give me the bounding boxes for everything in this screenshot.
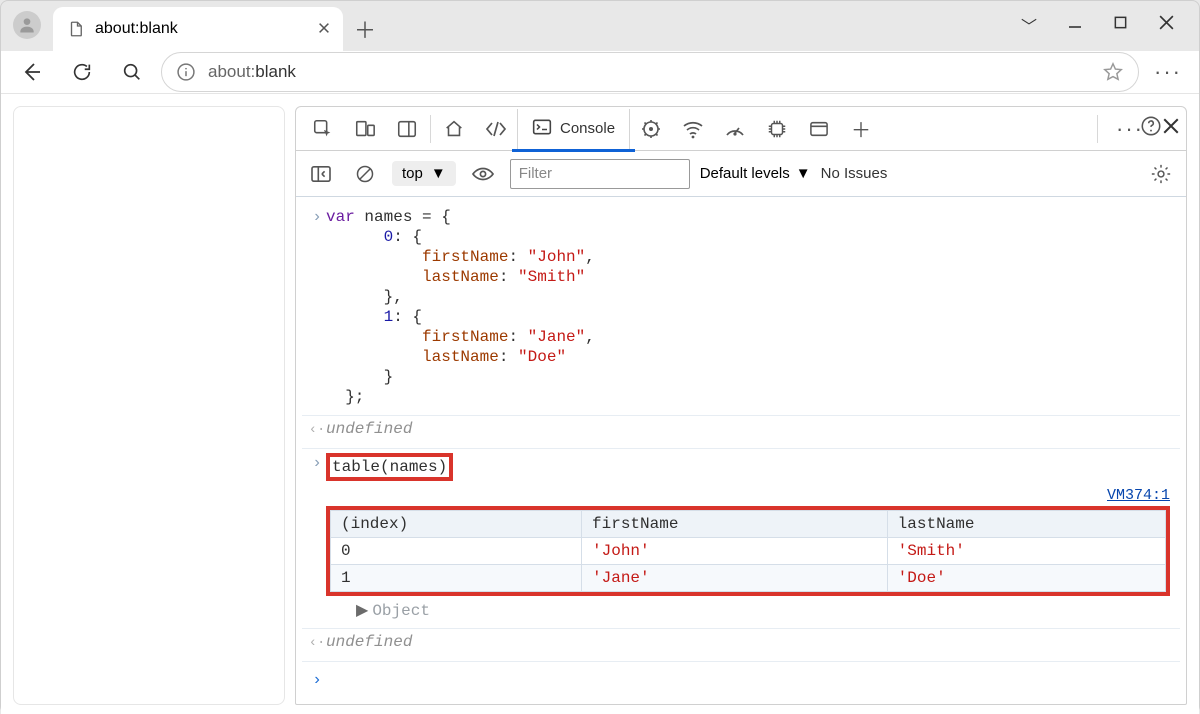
console-return-line: ‹· undefined xyxy=(302,631,1180,655)
clear-console-button[interactable] xyxy=(348,157,382,191)
close-window-button[interactable] xyxy=(1158,14,1175,36)
issues-link[interactable]: No Issues xyxy=(821,165,888,182)
profile-avatar[interactable] xyxy=(1,1,53,49)
page-viewport xyxy=(13,106,285,705)
table-header[interactable]: (index) xyxy=(331,511,582,538)
prompt-icon: › xyxy=(308,670,326,690)
close-tab-icon[interactable] xyxy=(317,21,333,37)
return-icon: ‹· xyxy=(308,420,326,440)
console-input-line: › var names = { 0: { firstName: "John", … xyxy=(302,205,1180,409)
table-header[interactable]: firstName xyxy=(582,511,888,538)
reload-button[interactable] xyxy=(61,51,103,93)
prompt-icon: › xyxy=(308,207,326,227)
context-selector[interactable]: top ▼ xyxy=(392,161,456,186)
welcome-tab-icon[interactable] xyxy=(433,110,475,148)
chevron-down-icon[interactable]: ﹀ xyxy=(1021,13,1037,37)
plus-icon: ＋ xyxy=(354,13,376,45)
filter-placeholder: Filter xyxy=(519,165,552,182)
site-info-icon[interactable] xyxy=(176,62,196,82)
minimize-button[interactable] xyxy=(1067,15,1083,36)
console-tab-label: Console xyxy=(560,120,615,137)
filter-input[interactable]: Filter xyxy=(510,159,690,189)
console-sidebar-toggle[interactable] xyxy=(304,157,338,191)
return-icon: ‹· xyxy=(308,633,326,653)
caret-down-icon: ▼ xyxy=(431,165,446,182)
favorite-icon[interactable] xyxy=(1102,61,1124,83)
levels-label: Default levels xyxy=(700,165,790,182)
url-text: about:blank xyxy=(208,62,1090,82)
console-icon xyxy=(532,118,552,140)
context-label: top xyxy=(402,165,423,182)
table-header[interactable]: lastName xyxy=(887,511,1165,538)
network-tab-icon[interactable] xyxy=(672,110,714,148)
triangle-right-icon: ▶ xyxy=(356,602,368,620)
memory-tab-icon[interactable] xyxy=(756,110,798,148)
new-tab-button[interactable]: ＋ xyxy=(343,7,387,51)
log-levels-selector[interactable]: Default levels ▼ xyxy=(700,165,811,182)
console-input-line: › table(names) xyxy=(302,451,1180,483)
page-icon xyxy=(67,20,85,38)
console-return-line: ‹· undefined xyxy=(302,418,1180,442)
console-table: (index) firstName lastName 0 'John' 'Smi… xyxy=(330,510,1166,592)
elements-tab-icon[interactable] xyxy=(475,110,517,148)
application-tab-icon[interactable] xyxy=(798,110,840,148)
browser-tab[interactable]: about:blank xyxy=(53,7,343,51)
console-toolbar: top ▼ Filter Default levels ▼ No Issues xyxy=(296,151,1186,197)
console-prompt[interactable]: › xyxy=(302,664,1180,696)
devtools-pane: Console ＋ ··· xyxy=(295,106,1187,705)
search-button[interactable] xyxy=(111,51,153,93)
live-expression-button[interactable] xyxy=(466,157,500,191)
caret-down-icon: ▼ xyxy=(796,165,811,182)
device-toolbar-button[interactable] xyxy=(344,110,386,148)
dock-side-button[interactable] xyxy=(386,110,428,148)
inspect-element-button[interactable] xyxy=(302,110,344,148)
table-row: 0 'John' 'Smith' xyxy=(331,538,1166,565)
prompt-icon: › xyxy=(308,453,326,473)
console-command: table(names) xyxy=(332,458,447,476)
sources-tab-icon[interactable] xyxy=(630,110,672,148)
performance-tab-icon[interactable] xyxy=(714,110,756,148)
browser-toolbar: about:blank ··· xyxy=(1,51,1199,94)
devtools-help-button[interactable] xyxy=(1140,115,1162,142)
table-row: 1 'Jane' 'Doe' xyxy=(331,565,1166,592)
devtools-close-button[interactable] xyxy=(1162,117,1180,140)
tab-title: about:blank xyxy=(95,20,178,38)
source-link[interactable]: VM374:1 xyxy=(326,487,1170,506)
browser-menu-button[interactable]: ··· xyxy=(1147,51,1189,93)
console-output: › var names = { 0: { firstName: "John", … xyxy=(296,197,1186,704)
more-tabs-button[interactable]: ＋ xyxy=(840,110,882,148)
object-disclosure[interactable]: ▶Object xyxy=(326,596,1170,622)
address-bar[interactable]: about:blank xyxy=(161,52,1139,92)
console-settings-button[interactable] xyxy=(1144,157,1178,191)
maximize-button[interactable] xyxy=(1113,15,1128,35)
back-button[interactable] xyxy=(11,51,53,93)
console-tab[interactable]: Console xyxy=(517,109,630,149)
devtools-tabstrip: Console ＋ ··· xyxy=(296,107,1186,151)
titlebar: about:blank ＋ ﹀ xyxy=(1,1,1199,51)
devtools-menu-button[interactable]: ··· xyxy=(1106,116,1140,142)
plus-icon: ＋ xyxy=(851,114,871,143)
